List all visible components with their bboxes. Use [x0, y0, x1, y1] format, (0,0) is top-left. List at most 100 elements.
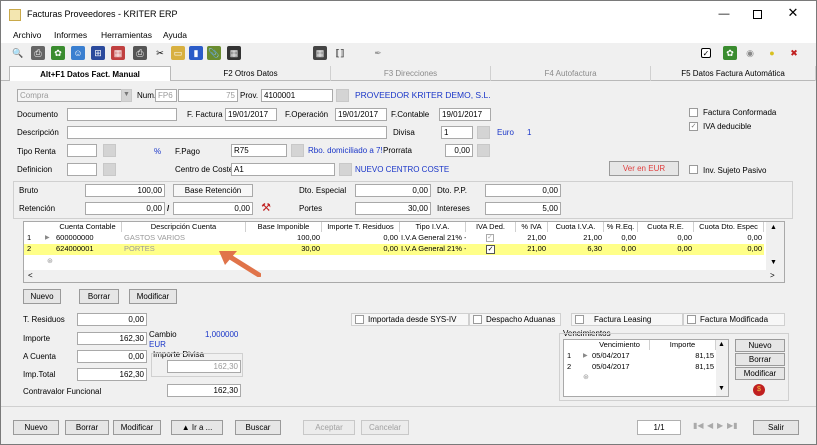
cut-icon[interactable]: ✂ — [153, 46, 167, 60]
users-icon[interactable]: ☺ — [71, 46, 85, 60]
dto-pp-field[interactable]: 0,00 — [485, 184, 561, 197]
num-serie-field[interactable]: FP6 — [155, 89, 177, 102]
f-contable-field[interactable]: 19/01/2017 — [439, 108, 491, 121]
menu-herramientas[interactable]: Herramientas — [101, 30, 152, 40]
cell-cuota-dto[interactable]: 0,00 — [694, 244, 763, 254]
scroll-up-icon[interactable]: ▲ — [718, 341, 725, 348]
cell-fecha[interactable]: 05/04/2017 — [591, 351, 631, 361]
document-icon[interactable]: ▦ — [111, 46, 125, 60]
scroll-up-icon[interactable]: ▲ — [770, 224, 777, 231]
dto-especial-field[interactable]: 0,00 — [355, 184, 431, 197]
col-header-cuota-re[interactable]: Cuota R.E. — [638, 222, 694, 232]
flag-despacho-aduanas[interactable]: Despacho Aduanas — [469, 313, 561, 326]
importada-checkbox[interactable] — [355, 315, 364, 324]
venc-nuevo-button[interactable]: Nuevo — [735, 339, 785, 352]
col-header-pct-req[interactable]: % R.Eq. — [604, 222, 638, 232]
factura-leasing-checkbox[interactable] — [575, 315, 584, 324]
modificar-button[interactable]: Modificar — [113, 420, 161, 435]
prov-lookup-button[interactable] — [336, 89, 349, 102]
factura-modificada-checkbox[interactable] — [687, 315, 696, 324]
list-item[interactable]: 1 ▶ 05/04/2017 81,15 — [564, 351, 716, 361]
cell-cuenta[interactable]: 600000000 — [55, 233, 121, 243]
cell-pct-req[interactable]: 0,00 — [604, 233, 637, 243]
cell-cuota-re[interactable]: 0,00 — [638, 233, 693, 243]
iva-deducible-checkbox[interactable]: ✓ — [689, 122, 698, 131]
a-cuenta-field[interactable]: 0,00 — [77, 350, 147, 363]
cell-importe[interactable]: 81,15 — [650, 362, 715, 372]
col-header-cuota-iva[interactable]: Cuota I.V.A. — [548, 222, 604, 232]
retencion-tool-icon[interactable]: ⚒ — [259, 201, 273, 215]
col-header-base[interactable]: Base Imponible — [246, 222, 322, 232]
retencion-base-field[interactable]: 0,00 — [173, 202, 253, 215]
t-residuos-field[interactable]: 0,00 — [77, 313, 147, 326]
buscar-button[interactable]: Buscar — [235, 420, 281, 435]
portes-field[interactable]: 30,00 — [355, 202, 431, 215]
cell-pct-iva[interactable]: 21,00 — [516, 233, 547, 243]
tipo-renta-lookup-button[interactable] — [103, 144, 116, 157]
grid-icon[interactable]: ▦ — [313, 46, 327, 60]
cell-pct-iva[interactable]: 21,00 — [516, 244, 547, 254]
minimize-icon[interactable]: — — [717, 7, 731, 21]
cell-tipo-iva[interactable]: I.V.A General 21% - — [400, 233, 466, 243]
paste-icon[interactable]: ▮ — [189, 46, 203, 60]
col-header-cuenta[interactable]: Cuenta Contable — [54, 222, 122, 232]
cell-importe[interactable]: 81,15 — [650, 351, 715, 361]
definicion-field[interactable] — [67, 163, 97, 176]
flag-factura-modificada[interactable]: Factura Modificada — [683, 313, 785, 326]
descripcion-field[interactable] — [67, 126, 387, 139]
importe-field[interactable]: 162,30 — [77, 332, 147, 345]
venc-borrar-button[interactable]: Borrar — [735, 353, 785, 366]
cell-iva-ded-checkbox[interactable]: ✓ — [486, 234, 494, 242]
ir-a-button[interactable]: ▲ Ir a ... — [171, 420, 223, 435]
line-borrar-button[interactable]: Borrar — [79, 289, 119, 304]
aceptar-button[interactable]: Aceptar — [303, 420, 355, 435]
divisa-field[interactable]: 1 — [441, 126, 473, 139]
cell-cuota-iva[interactable]: 21,00 — [548, 233, 603, 243]
prov-code-field[interactable]: 4100001 — [261, 89, 333, 102]
tipo-select[interactable]: Compra — [17, 89, 132, 102]
cell-cuota-dto[interactable]: 0,00 — [694, 233, 763, 243]
checkbox-icon[interactable]: ✓ — [701, 48, 711, 58]
search-icon[interactable]: 🔍 — [11, 46, 25, 60]
scroll-down-icon[interactable]: ▼ — [770, 259, 777, 266]
importe-divisa-field[interactable]: 162,30 — [167, 360, 241, 373]
divisa-lookup-button[interactable] — [477, 126, 490, 139]
col-header-residuos[interactable]: Importe T. Residuos — [322, 222, 400, 232]
new-row-icon[interactable]: ⊛ — [46, 257, 54, 267]
prorrata-lookup-button[interactable] — [477, 144, 490, 157]
cell-residuos[interactable]: 0,00 — [322, 233, 399, 243]
f-factura-field[interactable]: 19/01/2017 — [225, 108, 277, 121]
nuevo-button[interactable]: Nuevo — [13, 420, 59, 435]
col-header-descripcion[interactable]: Descripción Cuenta — [122, 222, 246, 232]
contravalor-field[interactable]: 162,30 — [167, 384, 241, 397]
inv-sujeto-pasivo-checkbox[interactable] — [689, 165, 698, 174]
cell-base[interactable]: 100,00 — [246, 233, 321, 243]
list-item[interactable]: 2 05/04/2017 81,15 — [564, 362, 716, 372]
col-header-importe[interactable]: Importe — [650, 340, 716, 350]
maximize-icon[interactable] — [753, 10, 762, 19]
grid-vertical-scrollbar[interactable]: ▲ ▼ — [766, 222, 784, 270]
pager-last-icon[interactable]: ▶▮ — [727, 421, 738, 430]
grid-horizontal-scrollbar[interactable]: < > — [24, 270, 784, 282]
tipo-renta-field[interactable] — [67, 144, 97, 157]
fpago-lookup-button[interactable] — [291, 144, 304, 157]
table-row[interactable]: 1 ▶ 600000000 GASTOS VARIOS 100,00 0,00 … — [24, 233, 764, 243]
calculator-icon[interactable]: ⊞ — [91, 46, 105, 60]
factura-conformada-checkbox[interactable] — [689, 108, 698, 117]
pager-first-icon[interactable]: ▮◀ — [693, 421, 704, 430]
prorrata-field[interactable]: 0,00 — [445, 144, 473, 157]
flag-importada[interactable]: Importada desde SYS-IV — [351, 313, 469, 326]
tab-datos-fact-manual[interactable]: Alt+F1 Datos Fact. Manual — [9, 66, 171, 81]
money-bag-icon[interactable]: $ — [753, 384, 765, 396]
new-row-icon[interactable]: ⊛ — [582, 373, 590, 383]
cancelar-button[interactable]: Cancelar — [361, 420, 409, 435]
salir-button[interactable]: Salir — [753, 420, 799, 435]
f-operacion-field[interactable]: 19/01/2017 — [335, 108, 387, 121]
centro-lookup-button[interactable] — [339, 163, 352, 176]
num-value-field[interactable]: 75 — [178, 89, 238, 102]
cell-pct-req[interactable]: 0,00 — [604, 244, 637, 254]
imp-total-field[interactable]: 162,30 — [77, 368, 147, 381]
attach-icon[interactable]: 📎 — [207, 46, 221, 60]
tab-datos-factura-automatica[interactable]: F5 Datos Factura Automática — [651, 66, 816, 81]
chevron-down-icon[interactable]: ▼ — [121, 89, 132, 102]
